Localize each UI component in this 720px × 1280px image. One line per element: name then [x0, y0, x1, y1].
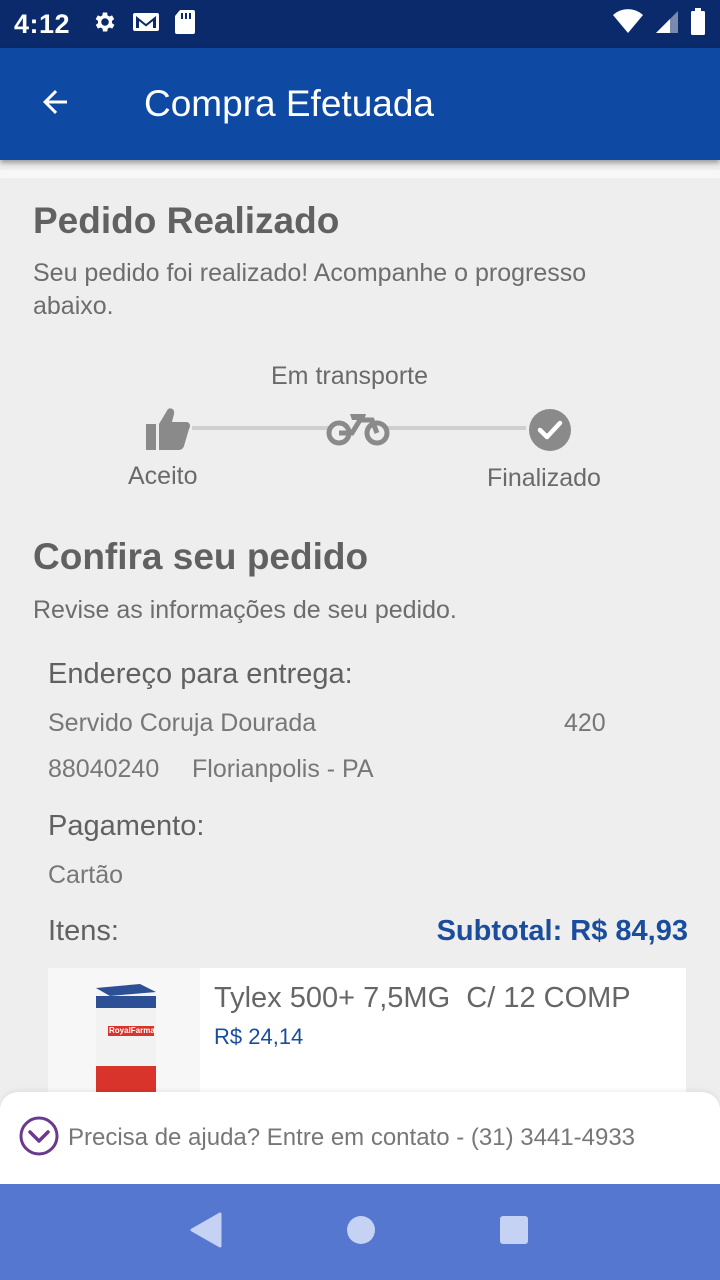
order-content: Pedido Realizado Seu pedido foi realizad… — [0, 160, 720, 1184]
review-heading: Confira seu pedido — [33, 536, 369, 577]
back-button[interactable] — [0, 48, 110, 160]
signal-icon — [654, 9, 680, 40]
divider — [0, 170, 720, 178]
app-bar: Compra Efetuada — [0, 48, 720, 160]
progress-line-1 — [192, 426, 330, 430]
progress-step-in-transit: Em transporte — [271, 362, 429, 390]
order-progress: Aceito Em transporte Finalizado — [0, 350, 720, 500]
status-time: 4:12 — [14, 8, 71, 39]
nav-recents-icon[interactable] — [498, 1214, 530, 1251]
product-brand: RoyalFarma — [109, 1026, 155, 1035]
help-text[interactable]: Precisa de ajuda? Entre em contato - (31… — [68, 1124, 635, 1152]
status-bar: 4:12 — [0, 0, 720, 48]
help-bar[interactable]: Precisa de ajuda? Entre em contato - (31… — [0, 1092, 720, 1184]
items-label: Itens: — [48, 915, 119, 947]
gear-icon — [92, 9, 118, 40]
thumbs-up-icon — [144, 406, 192, 457]
payment-label: Pagamento: — [48, 810, 205, 842]
delivery-label: Endereço para entrega: — [48, 658, 353, 690]
arrow-left-icon — [37, 84, 73, 125]
check-circle-icon — [528, 408, 572, 457]
progress-step-accepted: Aceito — [128, 462, 198, 490]
payment-method: Cartão — [48, 861, 124, 889]
progress-step-finished: Finalizado — [487, 464, 601, 492]
product-price: R$ 24,14 — [214, 1024, 304, 1049]
delivery-city: Florianpolis - PA — [192, 755, 374, 783]
delivery-number: 420 — [564, 709, 606, 737]
page-title: Compra Efetuada — [144, 83, 435, 124]
battery-icon — [690, 7, 706, 41]
nav-home-icon[interactable] — [345, 1214, 377, 1251]
gmail-icon — [132, 10, 160, 39]
product-name: Tylex 500+ 7,5MG C/ 12 COMP — [214, 982, 631, 1014]
order-subtitle: Seu pedido foi realizado! Acompanhe o pr… — [33, 259, 587, 320]
order-heading: Pedido Realizado — [33, 200, 340, 241]
motorcycle-icon — [326, 412, 390, 451]
nav-back-icon[interactable] — [190, 1212, 224, 1253]
subtotal: Subtotal: R$ 84,93 — [436, 915, 688, 947]
system-nav-bar — [0, 1184, 720, 1280]
progress-line-2 — [386, 426, 526, 430]
delivery-zip: 88040240 — [48, 755, 160, 783]
delivery-street: Servido Coruja Dourada — [48, 709, 317, 737]
sd-card-icon — [174, 9, 196, 40]
review-subtitle: Revise as informações de seu pedido. — [33, 596, 457, 624]
wifi-icon — [612, 8, 644, 40]
chevron-down-circle-icon[interactable] — [18, 1115, 60, 1162]
